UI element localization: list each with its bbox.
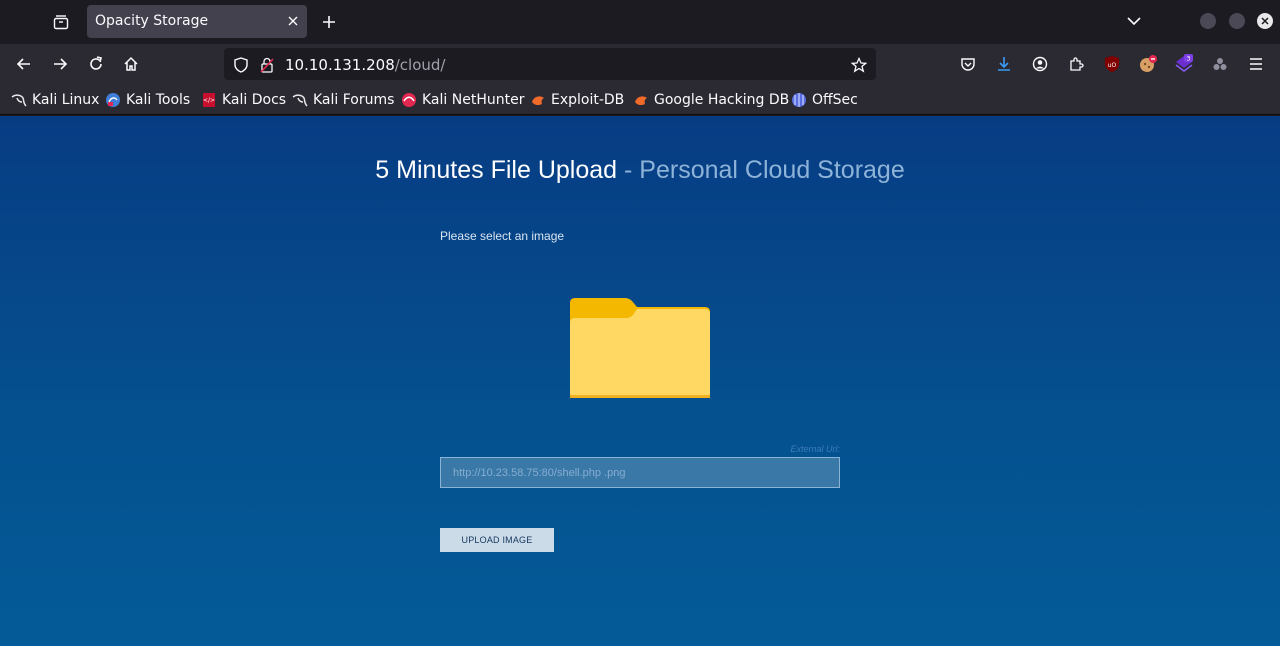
nethunter-icon: [401, 92, 417, 108]
bookmark-label: Exploit-DB: [551, 92, 625, 108]
kali-docs-icon: </>: [201, 92, 217, 108]
offsec-icon: [791, 92, 807, 108]
svg-text:</>: </>: [203, 97, 215, 104]
star-bookmark-icon[interactable]: [850, 56, 868, 74]
cookie-extension-icon[interactable]: [1138, 54, 1158, 74]
page-title-sub: - Personal Cloud Storage: [624, 156, 905, 184]
home-icon[interactable]: [119, 52, 143, 76]
navigation-toolbar: 10.10.131.208/cloud/ uO 3: [0, 44, 1280, 84]
shield-icon[interactable]: [232, 56, 250, 74]
bookmark-label: Kali Linux: [32, 92, 100, 108]
extensions-puzzle-icon[interactable]: [1066, 54, 1086, 74]
bookmark-exploit-db[interactable]: Exploit-DB: [530, 90, 624, 110]
reload-icon[interactable]: [84, 52, 108, 76]
svg-text:uO: uO: [1108, 62, 1117, 69]
page-content: 5 Minutes File Upload - Personal Cloud S…: [0, 116, 1280, 646]
url-path: /cloud/: [394, 56, 446, 74]
tab-title: Opacity Storage: [95, 13, 209, 29]
hamburger-menu-icon[interactable]: [1246, 54, 1266, 74]
bookmark-label: Kali Tools: [126, 92, 191, 108]
kali-dragon-icon: [292, 92, 308, 108]
url-bar[interactable]: 10.10.131.208/cloud/: [224, 48, 876, 80]
window-close-button[interactable]: [1257, 13, 1273, 29]
tab-opacity-storage[interactable]: Opacity Storage: [87, 5, 307, 38]
tab-bar: Opacity Storage: [0, 0, 1280, 44]
back-arrow-icon[interactable]: [12, 52, 36, 76]
new-tab-plus-icon[interactable]: [318, 11, 340, 33]
kali-dragon-icon: [11, 92, 27, 108]
bookmark-label: OffSec: [812, 92, 858, 108]
ublock-origin-icon[interactable]: uO: [1102, 54, 1122, 74]
folder-icon[interactable]: [569, 297, 711, 399]
bookmark-kali-tools[interactable]: Kali Tools: [105, 90, 190, 110]
external-url-label: External Url:: [790, 444, 840, 454]
kali-tools-icon: [105, 92, 121, 108]
extension-badge: 3: [1187, 56, 1191, 63]
forward-arrow-icon[interactable]: [48, 52, 72, 76]
bookmark-offsec[interactable]: OffSec: [791, 90, 858, 110]
extension-gray-icon[interactable]: [1210, 54, 1230, 74]
exploit-db-icon: [530, 92, 546, 108]
bookmark-kali-forums[interactable]: Kali Forums: [292, 90, 394, 110]
select-image-label: Please select an image: [440, 229, 565, 243]
bookmark-label: Kali NetHunter: [422, 92, 525, 108]
bookmark-kali-docs[interactable]: </> Kali Docs: [201, 90, 286, 110]
page-title-main: 5 Minutes File Upload: [375, 156, 618, 184]
chevron-down-icon[interactable]: [1124, 11, 1144, 31]
upload-image-button[interactable]: UPLOAD IMAGE: [440, 528, 554, 552]
pocket-icon[interactable]: [958, 54, 978, 74]
bookmarks-toolbar: Kali Linux Kali Tools </> Kali Docs Kali…: [0, 84, 1280, 115]
bookmark-kali-linux[interactable]: Kali Linux: [11, 90, 99, 110]
download-icon[interactable]: [994, 54, 1014, 74]
bookmark-label: Google Hacking DB: [654, 92, 790, 108]
url-text: 10.10.131.208/cloud/: [285, 56, 445, 74]
bookmark-label: Kali Forums: [313, 92, 395, 108]
account-icon[interactable]: [1030, 54, 1050, 74]
bookmark-kali-nethunter[interactable]: Kali NetHunter: [401, 90, 524, 110]
close-icon[interactable]: [285, 13, 301, 29]
minimize-button[interactable]: [1200, 13, 1216, 29]
insecure-lock-icon[interactable]: [258, 56, 276, 74]
tab-list-icon[interactable]: [48, 9, 74, 35]
maximize-button[interactable]: [1229, 13, 1245, 29]
page-title: 5 Minutes File Upload - Personal Cloud S…: [0, 156, 1280, 185]
purple-extension-icon[interactable]: 3: [1174, 54, 1194, 74]
external-url-input[interactable]: [440, 457, 840, 488]
bookmark-label: Kali Docs: [222, 92, 287, 108]
url-host: 10.10.131.208: [285, 56, 395, 74]
ghdb-icon: [633, 92, 649, 108]
bookmark-google-hacking-db[interactable]: Google Hacking DB: [633, 90, 789, 110]
